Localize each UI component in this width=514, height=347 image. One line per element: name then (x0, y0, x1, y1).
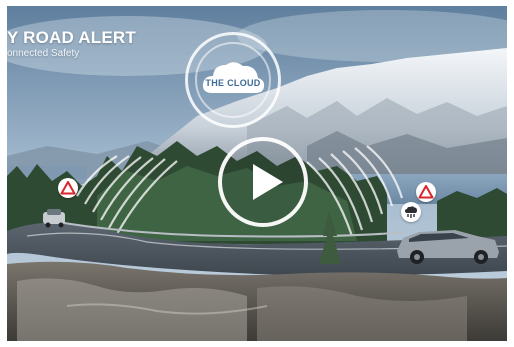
hazard-warning-icon (58, 178, 78, 198)
cloud-share-icon (401, 202, 421, 222)
hazard-warning-icon (416, 182, 436, 202)
play-icon (253, 164, 283, 200)
cloud-label: THE CLOUD (205, 78, 261, 88)
video-player[interactable]: Y ROAD ALERT onnected Safety THE CLOUD (7, 6, 507, 341)
video-subtitle: onnected Safety (7, 48, 80, 59)
play-button[interactable] (218, 137, 308, 227)
the-cloud-badge: THE CLOUD (185, 32, 281, 128)
video-title: Y ROAD ALERT (7, 28, 136, 47)
